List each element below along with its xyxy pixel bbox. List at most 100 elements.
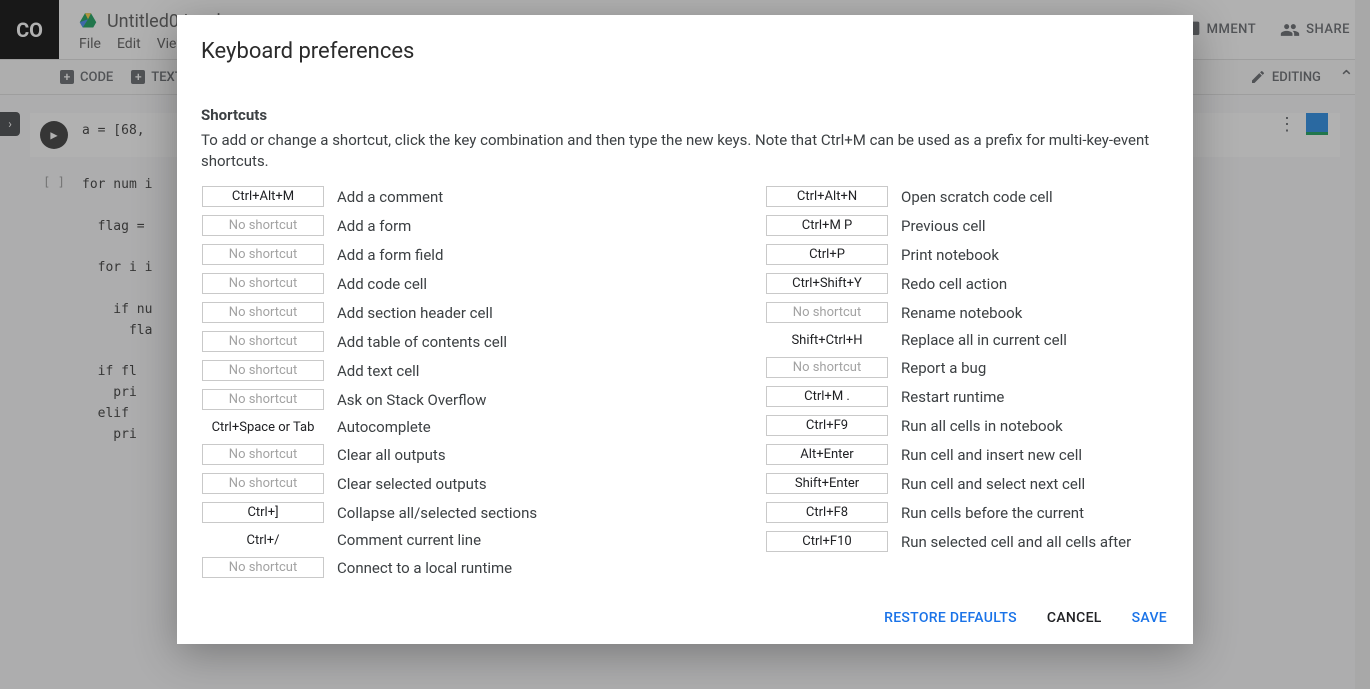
shortcut-key-wrap: No shortcut (201, 331, 325, 352)
section-description: To add or change a shortcut, click the k… (201, 130, 1169, 172)
shortcut-label: Print notebook (901, 246, 999, 264)
shortcut-label: Comment current line (337, 531, 481, 549)
shortcut-key-input[interactable]: Ctrl+F8 (766, 502, 888, 523)
shortcut-key-wrap: Ctrl+Space or Tab (201, 419, 325, 435)
shortcut-key-input[interactable]: Alt+Enter (766, 444, 888, 465)
shortcut-label: Autocomplete (337, 418, 431, 436)
shortcut-key-wrap: Ctrl+M P (765, 215, 889, 236)
shortcut-key-input[interactable]: No shortcut (202, 444, 324, 465)
shortcut-key-wrap: No shortcut (201, 215, 325, 236)
shortcut-key-wrap: No shortcut (201, 244, 325, 265)
shortcut-key-wrap: No shortcut (765, 357, 889, 378)
shortcut-label: Collapse all/selected sections (337, 504, 537, 522)
shortcut-row: Ctrl+F8 Run cells before the current (765, 502, 1169, 523)
restore-defaults-button[interactable]: RESTORE DEFAULTS (884, 610, 1017, 626)
shortcut-row: Ctrl+F9Run all cells in notebook (765, 415, 1169, 436)
shortcut-row: No shortcutClear selected outputs (201, 473, 605, 494)
shortcut-key-wrap: Ctrl+/ (201, 532, 325, 548)
shortcut-key-input[interactable]: No shortcut (766, 357, 888, 378)
shortcut-key-wrap: Shift+Enter (765, 473, 889, 494)
shortcut-key-input[interactable]: No shortcut (202, 389, 324, 410)
shortcut-row: Ctrl+M P Previous cell (765, 215, 1169, 236)
shortcut-key-input[interactable]: Ctrl+Alt+N (766, 186, 888, 207)
shortcut-row: Ctrl+P Print notebook (765, 244, 1169, 265)
shortcut-key-input[interactable]: Ctrl+P (766, 244, 888, 265)
shortcut-key-input[interactable]: No shortcut (202, 331, 324, 352)
shortcut-key-wrap: No shortcut (201, 557, 325, 578)
shortcut-key-input[interactable]: No shortcut (202, 360, 324, 381)
shortcut-row: Alt+Enter Run cell and insert new cell (765, 444, 1169, 465)
shortcut-label: Replace all in current cell (901, 331, 1067, 349)
shortcut-label: Add section header cell (337, 304, 493, 322)
dialog-title: Keyboard preferences (201, 39, 1169, 64)
shortcut-row: Ctrl+] Collapse all/selected sections (201, 502, 605, 523)
shortcut-row: Ctrl+Shift+YRedo cell action (765, 273, 1169, 294)
shortcut-label: Run cell and select next cell (901, 475, 1085, 493)
shortcut-label: Run cells before the current (901, 504, 1084, 522)
shortcut-label: Clear all outputs (337, 446, 446, 464)
shortcut-key-input[interactable]: Shift+Enter (766, 473, 888, 494)
shortcut-key-wrap: Shift+Ctrl+H (765, 332, 889, 348)
shortcut-row: Ctrl+Space or Tab Autocomplete (201, 418, 605, 436)
shortcut-row: No shortcut Add code cell (201, 273, 605, 294)
dialog-body[interactable]: Keyboard preferences Shortcuts To add or… (177, 15, 1193, 596)
shortcut-key-static: Ctrl+Space or Tab (202, 420, 324, 435)
shortcut-label: Add a comment (337, 188, 443, 206)
shortcut-key-wrap: No shortcut (201, 473, 325, 494)
shortcut-label: Add a form field (337, 246, 443, 264)
shortcut-key-input[interactable]: No shortcut (202, 302, 324, 323)
shortcut-label: Add text cell (337, 362, 419, 380)
shortcut-key-input[interactable]: Ctrl+F10 (766, 531, 888, 552)
shortcut-key-input[interactable]: No shortcut (202, 273, 324, 294)
shortcut-key-wrap: Ctrl+F8 (765, 502, 889, 523)
shortcut-key-input[interactable]: No shortcut (766, 302, 888, 323)
cancel-button[interactable]: CANCEL (1047, 610, 1102, 626)
shortcut-row: No shortcut Add section header cell (201, 302, 605, 323)
section-title: Shortcuts (201, 106, 1169, 124)
shortcut-key-wrap: No shortcut (201, 389, 325, 410)
shortcut-key-wrap: Ctrl+] (201, 502, 325, 523)
shortcut-label: Open scratch code cell (901, 188, 1053, 206)
shortcut-key-wrap: No shortcut (201, 273, 325, 294)
shortcuts-column-left: Ctrl+Alt+M Add a comment No shortcut Add a … (201, 186, 605, 586)
shortcut-key-input[interactable]: No shortcut (202, 244, 324, 265)
shortcut-label: Rename notebook (901, 304, 1022, 322)
modal-overlay: Keyboard preferences Shortcuts To add or… (0, 0, 1370, 689)
shortcut-label: Add code cell (337, 275, 427, 293)
shortcut-row: Shift+Ctrl+H Replace all in current cell (765, 331, 1169, 349)
shortcut-key-input[interactable]: No shortcut (202, 215, 324, 236)
shortcut-row: No shortcutAdd table of contents cell (201, 331, 605, 352)
shortcut-key-input[interactable]: Ctrl+Alt+M (202, 186, 324, 207)
shortcut-key-wrap: Ctrl+Shift+Y (765, 273, 889, 294)
shortcut-label: Run selected cell and all cells after (901, 533, 1131, 551)
shortcut-row: Ctrl+F10 Run selected cell and all cells … (765, 531, 1169, 552)
shortcut-row: Ctrl+Alt+M Add a comment (201, 186, 605, 207)
shortcut-row: Shift+Enter Run cell and select next cell (765, 473, 1169, 494)
shortcut-key-wrap: Ctrl+Alt+M (201, 186, 325, 207)
shortcut-label: Run cell and insert new cell (901, 446, 1082, 464)
shortcut-label: Previous cell (901, 217, 986, 235)
save-button[interactable]: SAVE (1132, 610, 1167, 626)
shortcut-key-wrap: No shortcut (765, 302, 889, 323)
shortcut-key-input[interactable]: Ctrl+M P (766, 215, 888, 236)
shortcut-key-input[interactable]: Ctrl+F9 (766, 415, 888, 436)
shortcut-row: No shortcut Rename notebook (765, 302, 1169, 323)
shortcut-key-input[interactable]: Ctrl+] (202, 502, 324, 523)
shortcut-row: No shortcut Add a form (201, 215, 605, 236)
shortcut-key-wrap: Ctrl+Alt+N (765, 186, 889, 207)
shortcut-label: Restart runtime (901, 388, 1004, 406)
shortcut-key-input[interactable]: No shortcut (202, 557, 324, 578)
shortcut-key-wrap: Ctrl+F9 (765, 415, 889, 436)
shortcut-key-input[interactable]: Ctrl+M . (766, 386, 888, 407)
shortcuts-columns: Ctrl+Alt+M Add a comment No shortcut Add a … (201, 186, 1169, 586)
shortcut-key-input[interactable]: No shortcut (202, 473, 324, 494)
shortcut-key-static: Shift+Ctrl+H (766, 333, 888, 348)
shortcut-key-wrap: No shortcut (201, 302, 325, 323)
shortcut-key-wrap: Ctrl+P (765, 244, 889, 265)
shortcut-key-input[interactable]: Ctrl+Shift+Y (766, 273, 888, 294)
shortcut-label: Add a form (337, 217, 411, 235)
shortcut-row: No shortcut Report a bug (765, 357, 1169, 378)
keyboard-preferences-dialog: Keyboard preferences Shortcuts To add or… (177, 15, 1193, 644)
shortcut-key-static: Ctrl+/ (202, 533, 324, 548)
shortcut-label: Report a bug (901, 359, 986, 377)
